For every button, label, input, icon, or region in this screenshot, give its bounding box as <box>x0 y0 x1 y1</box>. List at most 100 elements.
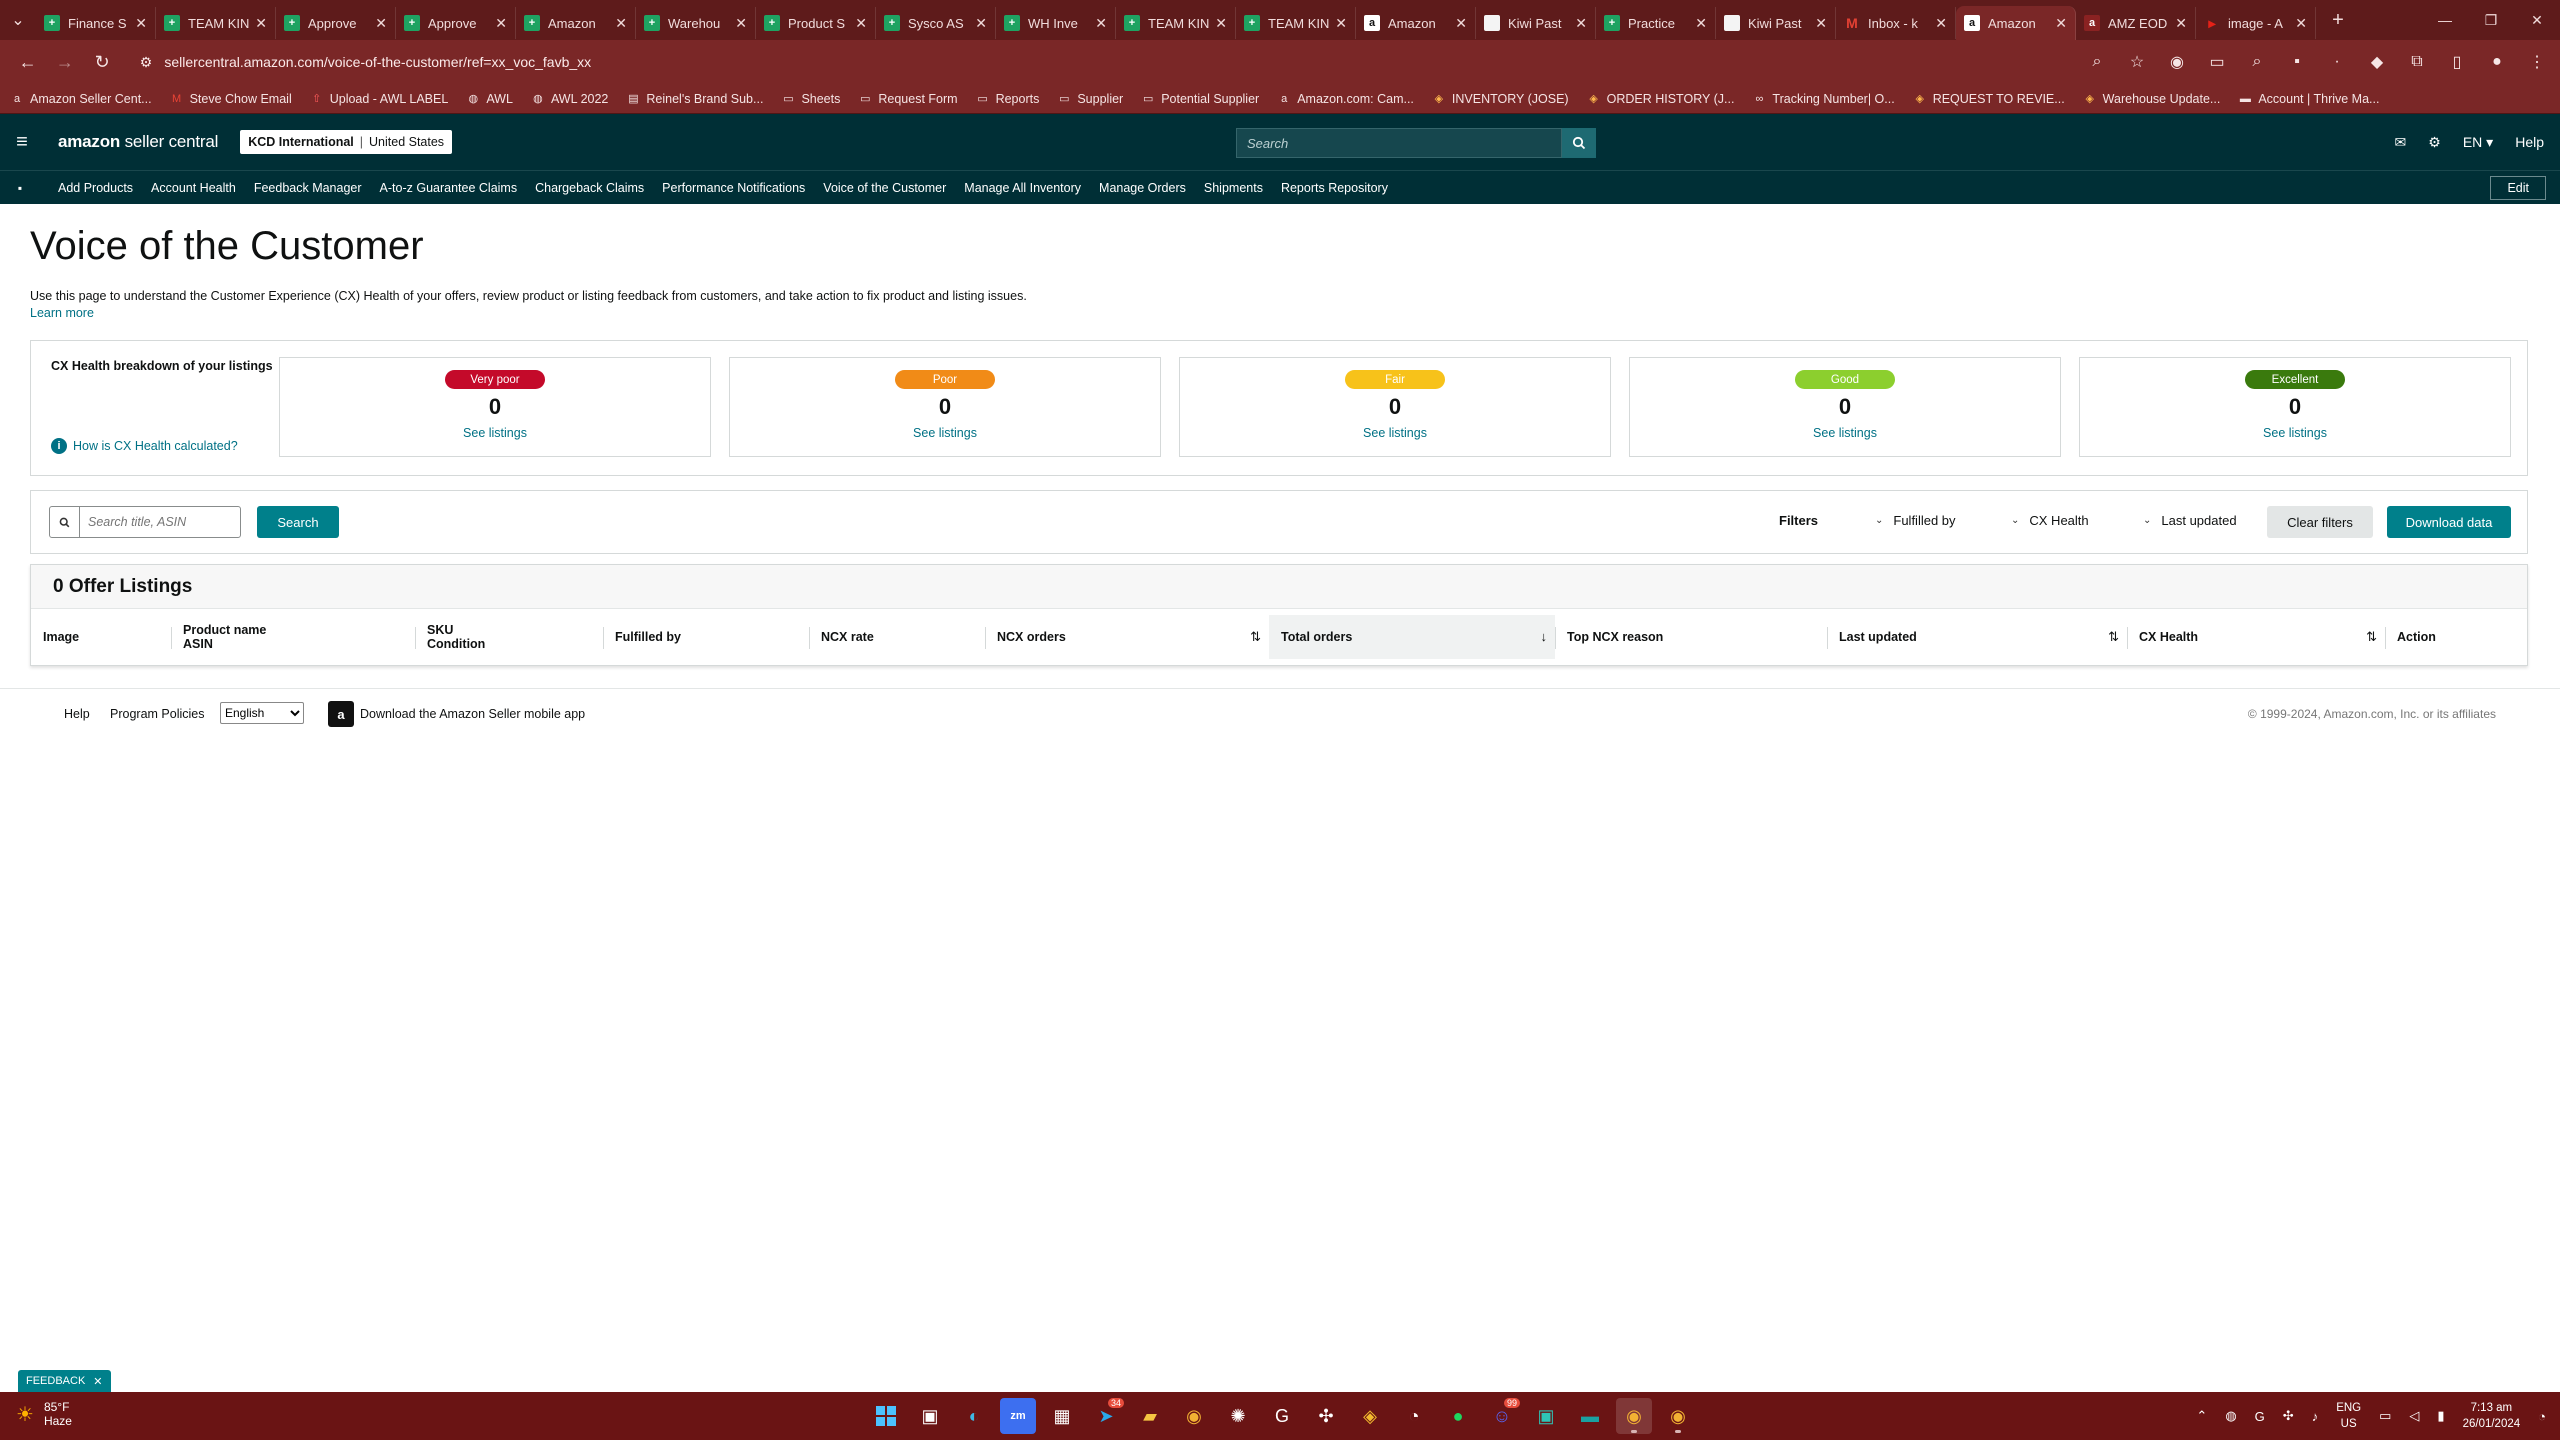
nav-manage-orders[interactable]: Manage Orders <box>1099 181 1186 195</box>
edit-nav-button[interactable]: Edit <box>2490 176 2546 200</box>
tab-close-icon[interactable]: ✕ <box>615 15 627 32</box>
browser-tab[interactable]: + TEAM KIN ✕ <box>1236 7 1356 39</box>
listing-search-input[interactable] <box>80 508 230 536</box>
tab-close-icon[interactable]: ✕ <box>1695 15 1707 32</box>
browser-tab[interactable]: + Finance S ✕ <box>36 7 156 39</box>
profile-avatar-icon[interactable]: ● <box>2486 53 2508 71</box>
fulfilled-by-filter[interactable]: ⌄ Fulfilled by <box>1875 513 1956 528</box>
bookmark-item[interactable]: ◍ AWL 2022 <box>531 92 608 106</box>
browser-tab[interactable]: + WH Inve ✕ <box>996 7 1116 39</box>
account-switcher[interactable]: KCD International | United States <box>240 130 453 154</box>
nav-performance-notifications[interactable]: Performance Notifications <box>662 181 805 195</box>
nav-voice-of-the-customer[interactable]: Voice of the Customer <box>823 181 946 195</box>
browser-tab[interactable]: + Warehou ✕ <box>636 7 756 39</box>
tray-cross-icon[interactable]: ✣ <box>2283 1408 2294 1424</box>
tab-close-icon[interactable]: ✕ <box>2295 15 2307 32</box>
extension-chrome-icon[interactable]: ◉ <box>2166 52 2188 72</box>
cx-health-filter[interactable]: ⌄ CX Health <box>2011 513 2089 528</box>
tab-close-icon[interactable]: ✕ <box>1335 15 1347 32</box>
download-app-link[interactable]: Download the Amazon Seller mobile app <box>360 707 585 721</box>
nav-account-health[interactable]: Account Health <box>151 181 236 195</box>
battery-icon[interactable]: ▮ <box>2437 1408 2444 1424</box>
settings-gear-icon[interactable]: ⚙ <box>2428 134 2441 151</box>
tab-search-chevron-icon[interactable]: ⌄ <box>0 0 36 40</box>
browser-tab-active[interactable]: a Amazon ✕ <box>1956 6 2076 40</box>
binance-icon[interactable]: ◈ <box>1352 1398 1388 1434</box>
col-fulfilled-by[interactable]: Fulfilled by <box>603 615 809 659</box>
tab-close-icon[interactable]: ✕ <box>1815 15 1827 32</box>
bookmark-folder[interactable]: ▭ Request Form <box>858 92 957 106</box>
reload-icon[interactable]: ↻ <box>87 46 118 78</box>
nav-chargeback-claims[interactable]: Chargeback Claims <box>535 181 644 195</box>
bookmark-item[interactable]: a Amazon Seller Cent... <box>10 92 152 106</box>
nav-manage-all-inventory[interactable]: Manage All Inventory <box>964 181 1081 195</box>
bookmark-item[interactable]: ▤ Reinel's Brand Sub... <box>626 92 763 106</box>
browser-tab[interactable]: + Product S ✕ <box>756 7 876 39</box>
tab-close-icon[interactable]: ✕ <box>1935 15 1947 32</box>
bookmark-item[interactable]: ∞ Tracking Number| O... <box>1752 92 1895 106</box>
browser-tab[interactable]: ▸ image - A ✕ <box>2196 7 2316 39</box>
download-data-button[interactable]: Download data <box>2387 506 2511 538</box>
zoom-app-icon[interactable]: zm <box>1000 1398 1036 1434</box>
bookmark-item[interactable]: ▬ Account | Thrive Ma... <box>2238 92 2380 106</box>
footer-program-policies-link[interactable]: Program Policies <box>110 707 204 721</box>
mail-icon[interactable]: ✉ <box>2395 134 2407 151</box>
volume-icon[interactable]: ◁ <box>2409 1408 2419 1424</box>
tab-close-icon[interactable]: ✕ <box>1215 15 1227 32</box>
browser-tab[interactable]: + Sysco AS ✕ <box>876 7 996 39</box>
browser-tab[interactable]: Kiwi Past ✕ <box>1716 7 1836 39</box>
restore-icon[interactable]: ❐ <box>2468 0 2514 40</box>
steelseries-icon[interactable]: ✺ <box>1220 1398 1256 1434</box>
footer-help-link[interactable]: Help <box>64 707 90 721</box>
network-icon[interactable]: ▭ <box>2379 1408 2391 1424</box>
bookmark-item[interactable]: ◈ Warehouse Update... <box>2083 92 2220 106</box>
bookmark-item[interactable]: ◈ ORDER HISTORY (J... <box>1587 92 1734 106</box>
clock-app-icon[interactable]: ◔ <box>1396 1398 1432 1434</box>
bookmark-item[interactable]: ◍ AWL <box>466 92 513 106</box>
browser-tab[interactable]: + Approve ✕ <box>396 7 516 39</box>
start-windows-icon[interactable] <box>868 1398 904 1434</box>
extensions-puzzle-icon[interactable]: ⧉ <box>2406 53 2428 71</box>
hamburger-menu-icon[interactable]: ≡ <box>0 114 44 170</box>
bookmark-folder[interactable]: ▭ Supplier <box>1057 92 1123 106</box>
learn-more-link[interactable]: Learn more <box>30 306 94 320</box>
sort-icon[interactable]: ⇅ <box>2366 629 2377 645</box>
side-panel-icon[interactable]: ▯ <box>2446 52 2468 72</box>
tab-close-icon[interactable]: ✕ <box>975 15 987 32</box>
close-window-icon[interactable]: ✕ <box>2514 0 2560 40</box>
calculator-icon[interactable]: ▦ <box>1044 1398 1080 1434</box>
extension-cast-icon[interactable]: ▭ <box>2206 52 2228 72</box>
nav-bookmark-icon[interactable]: ▪ <box>0 181 40 195</box>
file-explorer-icon[interactable]: ▰ <box>1132 1398 1168 1434</box>
browser-menu-icon[interactable]: ⋮ <box>2526 52 2548 72</box>
bookmark-folder[interactable]: ▭ Potential Supplier <box>1141 92 1259 106</box>
browser-tab[interactable]: + TEAM KIN ✕ <box>156 7 276 39</box>
task-view-icon[interactable]: ▣ <box>912 1398 948 1434</box>
bookmark-folder[interactable]: ▭ Reports <box>976 92 1039 106</box>
extension-dot-icon[interactable]: · <box>2326 53 2348 71</box>
spotify-icon[interactable]: ● <box>1440 1398 1476 1434</box>
search-button[interactable]: Search <box>257 506 339 538</box>
browser-tab[interactable]: + Approve ✕ <box>276 7 396 39</box>
cx-health-how-link[interactable]: i How is CX Health calculated? <box>51 438 238 454</box>
nav-feedback-manager[interactable]: Feedback Manager <box>254 181 362 195</box>
input-language[interactable]: ENG US <box>2336 1400 2361 1432</box>
col-cx-health[interactable]: CX Health ⇅ <box>2127 615 2385 659</box>
address-bar[interactable]: ⚙ sellercentral.amazon.com/voice-of-the-… <box>132 46 2086 78</box>
browser-tab[interactable]: + Practice ✕ <box>1596 7 1716 39</box>
steam-icon[interactable]: ◍ <box>2225 1408 2236 1424</box>
browser-tab[interactable]: Kiwi Past ✕ <box>1476 7 1596 39</box>
col-total-orders[interactable]: Total orders ↓ <box>1269 615 1555 659</box>
col-top-ncx-reason[interactable]: Top NCX reason <box>1555 615 1827 659</box>
tab-close-icon[interactable]: ✕ <box>2175 15 2187 32</box>
bookmark-item[interactable]: ⇧ Upload - AWL LABEL <box>310 92 448 106</box>
bookmark-star-icon[interactable]: ☆ <box>2126 52 2148 72</box>
new-tab-plus-icon[interactable]: + <box>2322 4 2354 36</box>
weather-widget[interactable]: ☀ 85°F Haze <box>16 1400 72 1428</box>
bookmark-item[interactable]: ◈ INVENTORY (JOSE) <box>1432 92 1569 106</box>
chrome-profile-2-icon[interactable]: ◉ <box>1660 1398 1696 1434</box>
feedback-tab[interactable]: FEEDBACK ✕ <box>18 1370 111 1392</box>
tab-close-icon[interactable]: ✕ <box>135 15 147 32</box>
header-search-input[interactable]: Search <box>1236 128 1562 158</box>
tab-close-icon[interactable]: ✕ <box>855 15 867 32</box>
